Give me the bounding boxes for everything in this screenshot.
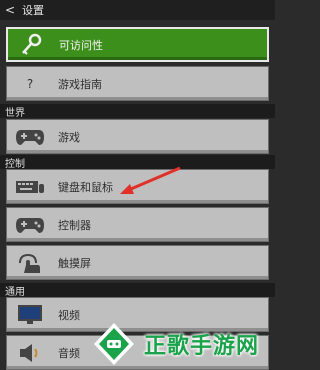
section-general: 通用 xyxy=(0,283,275,298)
gamepad-icon xyxy=(14,125,46,149)
annotation-arrow xyxy=(120,166,181,194)
touch-icon xyxy=(14,251,46,275)
page-title: 设置 xyxy=(22,4,44,17)
menu-item-label: 键盘和鼠标 xyxy=(58,180,113,194)
menu-item-label: 游戏指南 xyxy=(58,77,102,91)
menu-item-label: 可访问性 xyxy=(59,38,103,52)
menu-item-label: 触摸屏 xyxy=(58,256,91,270)
watermark: 正歌手游网 xyxy=(90,318,275,370)
top-bar: < 设置 xyxy=(0,0,275,20)
menu-item-label: 控制器 xyxy=(58,218,91,232)
menu-item-touchscreen[interactable]: 触摸屏 xyxy=(6,245,269,280)
monitor-icon xyxy=(14,303,46,327)
question-icon: ? xyxy=(26,76,34,91)
back-arrow-icon[interactable]: < xyxy=(0,3,20,17)
controller-icon xyxy=(14,213,46,237)
menu-item-label: 音频 xyxy=(58,346,80,360)
menu-item-label: 视频 xyxy=(58,308,80,322)
section-world: 世界 xyxy=(0,104,275,119)
speaker-icon xyxy=(14,341,46,365)
menu-item-controller[interactable]: 控制器 xyxy=(6,207,269,242)
watermark-text: 正歌手游网 xyxy=(144,334,260,359)
watermark-logo-icon xyxy=(94,323,134,365)
menu-item-game-guide[interactable]: ? 游戏指南 xyxy=(6,66,269,101)
menu-item-label: 游戏 xyxy=(58,130,80,144)
key-icon xyxy=(15,33,47,57)
menu-item-accessibility[interactable]: 可访问性 xyxy=(6,27,269,62)
menu-item-game[interactable]: 游戏 xyxy=(6,119,269,154)
keyboard-icon xyxy=(14,175,46,199)
